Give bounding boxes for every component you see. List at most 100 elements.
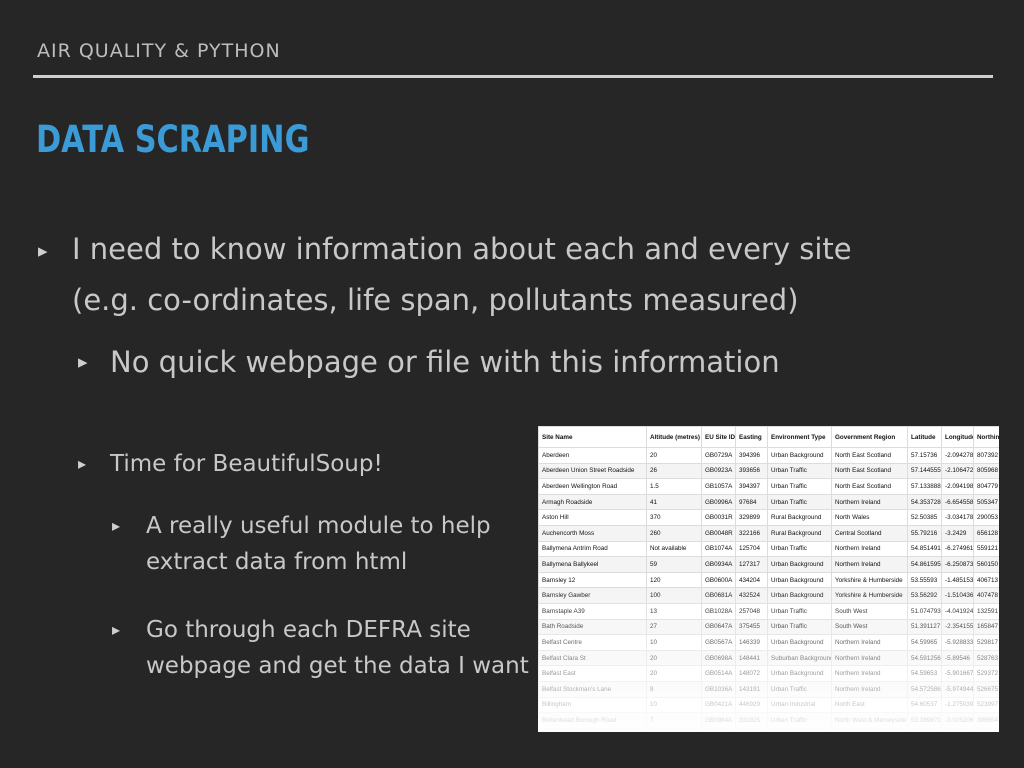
table-cell: GB0923A: [701, 462, 736, 480]
bullet-module: ▸ A really useful module to help extract…: [112, 508, 532, 580]
table-cell: -5.901667: [941, 665, 974, 682]
table-cell: North Wales: [831, 509, 908, 526]
table-row: Belfast Clara St 20 GB0698A 148441 Suburban …: [538, 649, 999, 667]
table-cell: 127317: [735, 556, 768, 573]
table-cell: 20: [646, 447, 702, 464]
table-cell: GB0681A: [701, 587, 736, 604]
table-cell: GB0934A: [701, 556, 736, 573]
table-cell: Central Scotland: [831, 524, 908, 542]
table-cell: 446929: [735, 696, 768, 714]
table-cell: Urban Traffic: [767, 478, 832, 495]
table-cell: -5.974944: [941, 680, 974, 698]
table-cell: North East: [831, 696, 908, 714]
table-cell: GB1028A: [701, 602, 736, 620]
table-cell: Urban Background: [767, 571, 832, 589]
table-cell: 804779: [973, 478, 999, 495]
table-cell: GB0698A: [701, 649, 736, 667]
table-cell: 54.60537: [907, 696, 942, 714]
bullet-arrow-icon: ▸: [38, 240, 48, 262]
bullet-text: No quick webpage or file with this infor…: [110, 345, 780, 379]
table-cell: -6.654558: [941, 493, 974, 511]
table-cell: Barnsley 12: [538, 571, 647, 589]
table-cell: Auchencorth Moss: [538, 524, 647, 542]
table-cell: 125704: [735, 540, 768, 558]
table-cell: -6.250873: [941, 556, 974, 573]
table-cell: -1.874978: [941, 727, 974, 732]
table-cell: 132591: [973, 602, 999, 620]
table-cell: 286955: [973, 727, 999, 732]
table-cell: GB1057A: [701, 478, 736, 495]
column-header: Environment Type: [767, 426, 832, 448]
table-cell: 51.074793: [907, 602, 942, 620]
table-cell: Rural Background: [767, 524, 832, 542]
table-cell: South West: [831, 618, 908, 636]
table-cell: 529817: [973, 634, 999, 651]
table-cell: 13: [646, 602, 702, 620]
table-cell: Armagh Roadside: [538, 493, 647, 511]
table-cell: GB0996A: [701, 493, 736, 511]
table-cell: 54.572586: [907, 680, 942, 698]
table-cell: GB0421A: [701, 696, 736, 714]
table-row: Ballymena Ballykeel 59 GB0934A 127317 Urban …: [538, 556, 999, 573]
table-cell: -2.106472: [941, 462, 974, 480]
table-cell: 57.144555: [907, 462, 942, 480]
table-cell: -5.928833: [941, 634, 974, 651]
table-cell: Ballymena Antrim Road: [538, 540, 647, 558]
table-cell: 51.391127: [907, 618, 942, 636]
table-row: Birmingham A4540 Roadside150GB0999A40796…: [538, 727, 999, 732]
table-cell: 526675: [973, 680, 999, 698]
table-cell: 55.79216: [907, 524, 942, 542]
bullet-site-info: ▸ I need to know information about each …: [38, 224, 918, 326]
table-cell: Urban Traffic: [767, 680, 832, 698]
table-row: Aston Hill 370 GB0031R 329899 Rural Backgrou…: [538, 509, 999, 526]
table-cell: -2.094198: [941, 478, 974, 495]
table-cell: 148072: [735, 665, 768, 682]
table-cell: 54.851491: [907, 540, 942, 558]
table-cell: GB1036A: [701, 680, 736, 698]
table-cell: Aston Hill: [538, 509, 647, 526]
table-cell: North East Scotland: [831, 462, 908, 480]
table-cell: -3.2429: [941, 524, 974, 542]
table-cell: Birkenhead Borough Road: [538, 712, 647, 729]
table-cell: Northern Ireland: [831, 540, 908, 558]
table-cell: Not available: [646, 540, 702, 558]
table-cell: Urban Traffic: [767, 618, 832, 636]
table-row: Belfast Stockman's Lane 8 GB1036A 143191 Urb…: [538, 680, 999, 698]
table-cell: 375455: [735, 618, 768, 636]
table-cell: Urban Traffic: [767, 462, 832, 480]
table-cell: Urban Background: [767, 634, 832, 651]
table-cell: 805968: [973, 462, 999, 480]
table-cell: Belfast Centre: [538, 634, 647, 651]
table-cell: 120: [646, 571, 702, 589]
table-cell: South West: [831, 602, 908, 620]
bullet-text: A really useful module to help extract d…: [146, 513, 491, 575]
table-cell: 523997: [973, 696, 999, 714]
table-cell: 331925: [735, 712, 768, 729]
table-cell: 41: [646, 493, 702, 511]
table-cell: 388654: [973, 712, 999, 729]
table-cell: 528763: [973, 649, 999, 667]
table-cell: 260: [646, 524, 702, 542]
bullet-arrow-icon: ▸: [112, 516, 121, 535]
table-cell: 394396: [735, 447, 768, 464]
table-cell: 100: [646, 587, 702, 604]
table-row: Birkenhead Borough Road 7 GB0984A 331925 Urb…: [538, 712, 999, 729]
table-cell: North East Scotland: [831, 447, 908, 464]
table-cell: -2.094278: [941, 447, 974, 464]
site-data-table: Site Name Altitude (metres) EU Site ID East…: [538, 426, 999, 732]
table-cell: 322166: [735, 524, 768, 542]
table-cell: 10: [646, 696, 702, 714]
table-cell: Belfast Stockman's Lane: [538, 680, 647, 698]
column-header: Longitude: [941, 426, 974, 448]
table-cell: GB0514A: [701, 665, 736, 682]
table-cell: Belfast Clara St: [538, 649, 647, 667]
bullet-text: I need to know information about each an…: [72, 232, 852, 317]
table-cell: Urban Traffic: [767, 712, 832, 729]
table-cell: GB0048R: [701, 524, 736, 542]
table-cell: 8: [646, 680, 702, 698]
table-cell: -3.034178: [941, 509, 974, 526]
table-cell: 329899: [735, 509, 768, 526]
table-cell: 257048: [735, 602, 768, 620]
table-cell: 26: [646, 462, 702, 480]
table-cell: North West & Merseyside: [831, 712, 908, 729]
